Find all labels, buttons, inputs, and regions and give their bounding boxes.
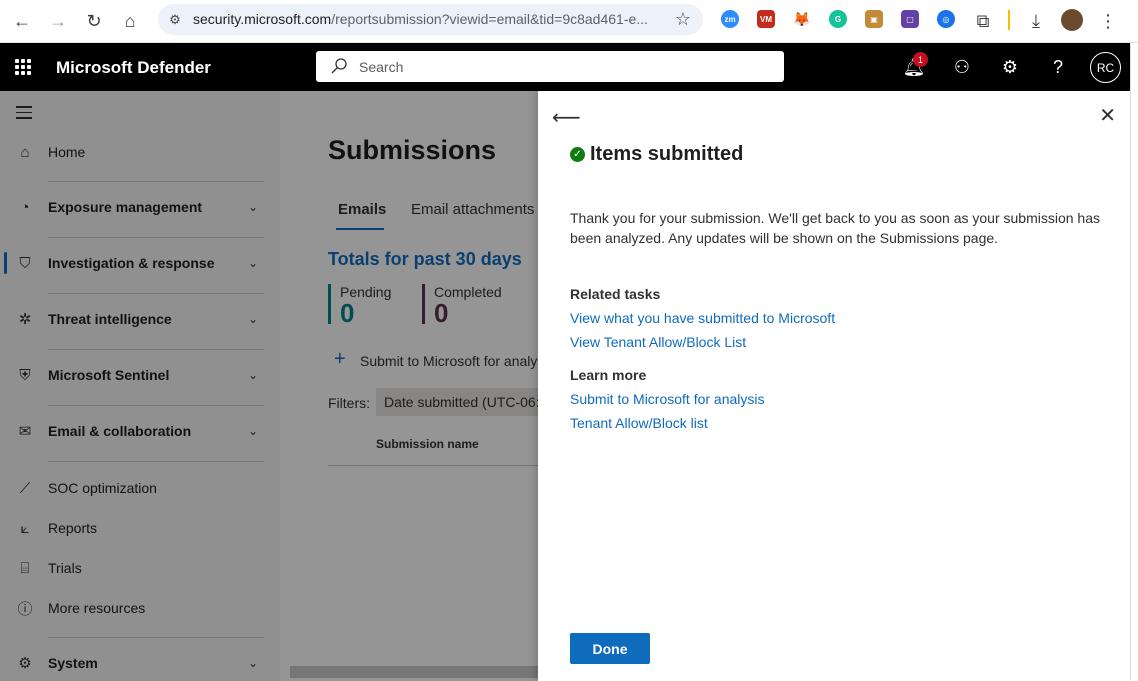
app-title[interactable]: Microsoft Defender	[56, 58, 211, 78]
link-submit-for-analysis[interactable]: Submit to Microsoft for analysis	[570, 391, 765, 407]
app-header: Microsoft Defender Search 🔔︎ ⚇ ⚙ ?	[0, 43, 1130, 91]
link-tenant-allow-block[interactable]: Tenant Allow/Block list	[570, 415, 708, 431]
bag-extension-icon[interactable]: ▣	[865, 10, 883, 28]
back-arrow-icon[interactable]: ⟵	[552, 105, 581, 130]
browser-toolbar: ← → ↻ ⌂ ⚙ security.microsoft.com/reports…	[0, 0, 1138, 43]
help-icon[interactable]: ?	[1046, 55, 1070, 79]
app-launcher-icon[interactable]	[15, 59, 31, 75]
search-input[interactable]: Search	[316, 51, 784, 82]
gear-icon[interactable]: ⚙	[998, 55, 1022, 79]
grammarly-icon[interactable]: G	[829, 10, 847, 28]
community-icon[interactable]: ⚇	[950, 55, 974, 79]
home-browser-icon[interactable]: ⌂	[118, 9, 142, 33]
profile-avatar[interactable]	[1061, 9, 1083, 31]
target-extension-icon[interactable]: ◎	[937, 10, 955, 28]
toolbar-divider	[1008, 10, 1010, 30]
panel-description: Thank you for your submission. We'll get…	[570, 210, 1101, 246]
back-arrow-icon[interactable]: ←	[10, 9, 34, 33]
learn-more-heading: Learn more	[570, 367, 647, 383]
panel-title: ✓ Items submitted	[570, 143, 743, 166]
close-icon[interactable]: ✕	[1099, 103, 1116, 128]
related-tasks-heading: Related tasks	[570, 286, 661, 302]
url-text[interactable]: security.microsoft.com/reportsubmission?…	[193, 11, 648, 27]
link-view-submitted[interactable]: View what you have submitted to Microsof…	[570, 310, 835, 326]
twitch-extension-icon[interactable]: ▢	[901, 10, 919, 28]
avatar[interactable]: RC	[1090, 52, 1121, 83]
reload-icon[interactable]: ↻	[82, 9, 106, 33]
forward-arrow-icon[interactable]: →	[46, 9, 70, 33]
done-button[interactable]: Done	[570, 633, 650, 664]
puzzle-extensions-icon[interactable]: ⧉	[971, 9, 995, 33]
vm-extension-icon[interactable]: VM	[757, 10, 775, 28]
notification-badge: 1	[913, 52, 928, 67]
search-icon	[331, 58, 347, 74]
address-bar[interactable]: ⚙ security.microsoft.com/reportsubmissio…	[158, 4, 703, 35]
search-placeholder: Search	[359, 59, 404, 75]
panel-title-text: Items submitted	[590, 143, 744, 165]
site-info-icon[interactable]: ⚙	[166, 11, 184, 29]
link-view-tenant-list[interactable]: View Tenant Allow/Block List	[570, 334, 746, 350]
zoom-extension-icon[interactable]: zm	[721, 10, 739, 28]
metamask-fox-icon[interactable]: 🦊	[793, 10, 811, 28]
bookmark-star-icon[interactable]: ☆	[675, 9, 691, 30]
items-submitted-panel: ⟵ ✕ ✓ Items submitted Thank you for your…	[538, 91, 1130, 681]
success-check-icon: ✓	[570, 147, 585, 162]
download-icon[interactable]: ⤓	[1024, 9, 1048, 33]
page-scrollbar[interactable]	[1130, 43, 1138, 681]
browser-menu-icon[interactable]: ⋮	[1096, 9, 1120, 33]
